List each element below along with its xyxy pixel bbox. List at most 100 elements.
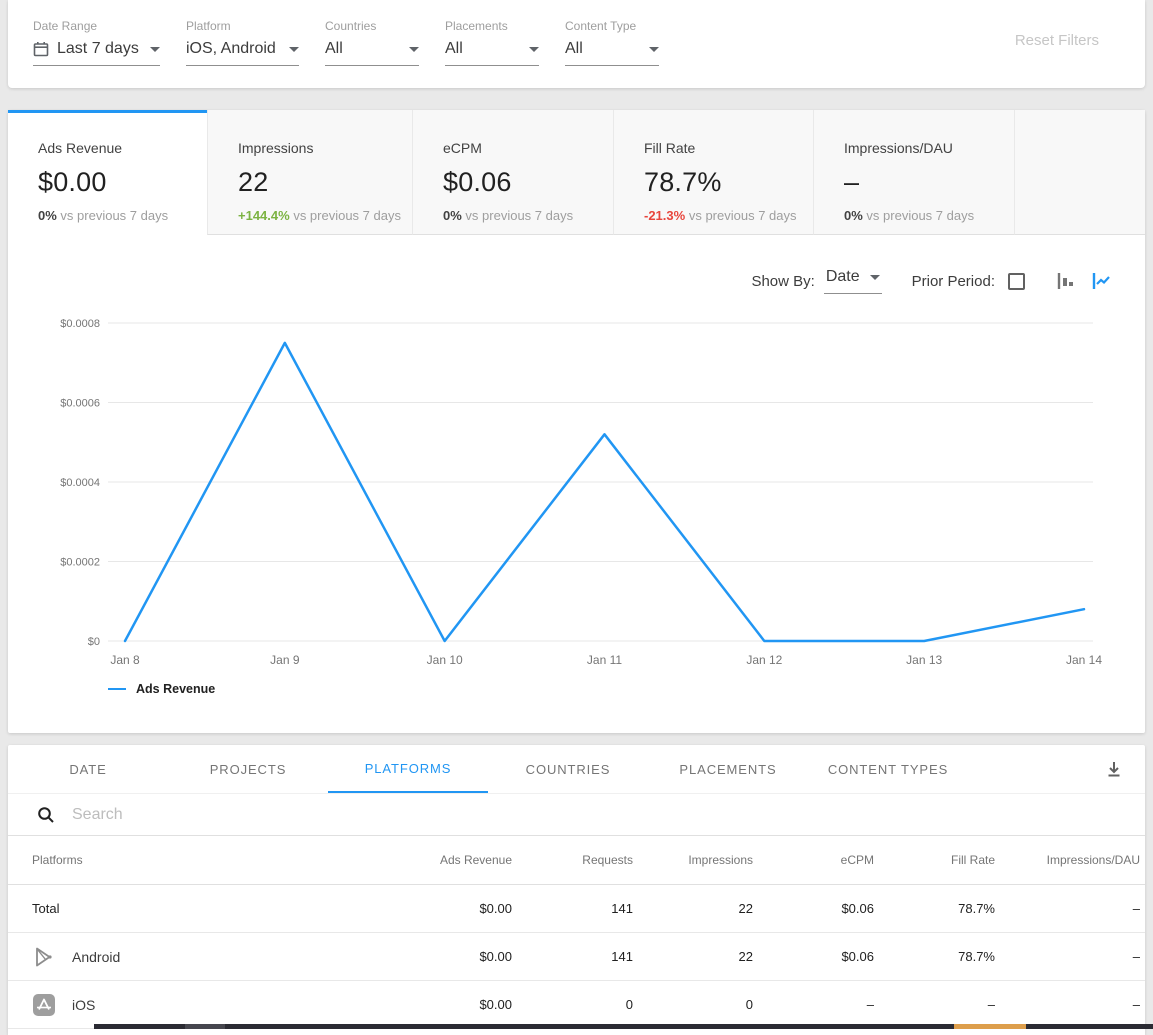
platform-label: Platform [186, 19, 299, 33]
metric-tab-impressions-dau[interactable]: Impressions/DAU – 0% vs previous 7 days [813, 110, 1014, 235]
metric-tab-ads-revenue[interactable]: Ads Revenue $0.00 0% vs previous 7 days [8, 110, 207, 235]
cell-fill-rate: 78.7% [874, 901, 995, 916]
chevron-down-icon [289, 47, 299, 52]
placements-filter[interactable]: Placements All [445, 19, 539, 88]
show-by-value: Date [826, 268, 860, 286]
chart-section: Show By: Date Prior Period: $0.0008 $0.00… [8, 265, 1145, 696]
bar-chart-toggle[interactable] [1055, 270, 1077, 292]
breakdown-tabs: DATE PROJECTS PLATFORMS COUNTRIES PLACEM… [8, 745, 1145, 794]
download-button[interactable] [1105, 760, 1123, 778]
cell-fill-rate: – [874, 997, 995, 1012]
cell-ecpm: $0.06 [753, 949, 874, 964]
metric-delta-row: 0% vs previous 7 days [38, 208, 207, 223]
cell-fill-rate: 78.7% [874, 949, 995, 964]
countries-select[interactable]: All [325, 40, 419, 66]
metric-delta: 0% [443, 208, 462, 223]
svg-text:$0.0002: $0.0002 [60, 557, 100, 569]
col-fill-rate: Fill Rate [874, 853, 995, 867]
svg-text:Jan 11: Jan 11 [587, 653, 622, 667]
metric-value: $0.06 [443, 167, 613, 198]
content-type-select[interactable]: All [565, 40, 659, 66]
metric-tab-impressions[interactable]: Impressions 22 +144.4% vs previous 7 day… [207, 110, 412, 235]
cell-ads-revenue: $0.00 [392, 901, 512, 916]
col-impressions-dau: Impressions/DAU [995, 853, 1140, 867]
prior-period-checkbox[interactable] [1008, 273, 1025, 290]
metric-tab-empty [1014, 110, 1145, 235]
col-impressions: Impressions [633, 853, 753, 867]
table-row-android[interactable]: Android $0.00 141 22 $0.06 78.7% – [8, 933, 1145, 981]
metric-suffix: vs previous 7 days [689, 208, 797, 223]
cell-impressions: 0 [633, 997, 753, 1012]
calendar-icon [33, 41, 49, 57]
col-platforms: Platforms [32, 853, 392, 867]
reset-filters-button[interactable]: Reset Filters [1015, 32, 1099, 49]
tab-content-types[interactable]: CONTENT TYPES [808, 745, 968, 793]
table-row-ios[interactable]: iOS $0.00 0 0 – – – [8, 981, 1145, 1029]
cell-impressions: 22 [633, 949, 753, 964]
metric-tab-fill-rate[interactable]: Fill Rate 78.7% -21.3% vs previous 7 day… [613, 110, 813, 235]
metric-delta: 0% [38, 208, 57, 223]
table-header: Platforms Ads Revenue Requests Impressio… [8, 836, 1145, 885]
download-icon [1105, 760, 1123, 778]
svg-text:Jan 13: Jan 13 [906, 653, 942, 667]
table-search-row [8, 794, 1145, 836]
svg-text:$0: $0 [88, 636, 100, 648]
search-input[interactable] [72, 806, 1145, 824]
metric-value: 22 [238, 167, 412, 198]
scrollbar-thumb[interactable] [954, 1024, 1026, 1029]
tab-projects[interactable]: PROJECTS [168, 745, 328, 793]
line-chart-toggle[interactable] [1090, 270, 1112, 292]
placements-select[interactable]: All [445, 40, 539, 66]
svg-text:Jan 8: Jan 8 [110, 653, 140, 667]
line-chart-icon [1090, 270, 1112, 292]
cell-requests: 0 [512, 997, 633, 1012]
content-type-value: All [565, 40, 583, 58]
metric-value: $0.00 [38, 167, 207, 198]
show-by-select[interactable]: Date [824, 268, 882, 294]
show-by-label: Show By: [751, 273, 814, 290]
metric-delta-row: +144.4% vs previous 7 days [238, 208, 412, 223]
tab-countries[interactable]: COUNTRIES [488, 745, 648, 793]
metric-delta-row: 0% vs previous 7 days [844, 208, 1014, 223]
platform-select[interactable]: iOS, Android [186, 40, 299, 66]
metric-value: 78.7% [644, 167, 813, 198]
date-range-select[interactable]: Last 7 days [33, 40, 160, 66]
chevron-down-icon [529, 47, 539, 52]
tab-date[interactable]: DATE [8, 745, 168, 793]
metric-delta: +144.4% [238, 208, 290, 223]
row-name: Total [32, 901, 392, 916]
svg-text:$0.0008: $0.0008 [60, 318, 100, 330]
breakdown-panel: DATE PROJECTS PLATFORMS COUNTRIES PLACEM… [8, 745, 1145, 1035]
metric-value: – [844, 167, 1014, 198]
horizontal-scrollbar[interactable] [94, 1024, 1153, 1029]
cell-ecpm: $0.06 [753, 901, 874, 916]
metric-label: Ads Revenue [38, 140, 207, 156]
svg-text:Jan 14: Jan 14 [1066, 653, 1102, 667]
date-range-filter[interactable]: Date Range Last 7 days [33, 19, 160, 88]
tab-placements[interactable]: PLACEMENTS [648, 745, 808, 793]
legend-label: Ads Revenue [136, 682, 215, 696]
tab-platforms[interactable]: PLATFORMS [328, 745, 488, 793]
ads-revenue-line-chart: $0.0008$0.0006$0.0004$0.0002$0Jan 8Jan 9… [8, 306, 1145, 674]
svg-text:Jan 9: Jan 9 [270, 653, 300, 667]
countries-filter[interactable]: Countries All [325, 19, 419, 88]
metric-delta-row: 0% vs previous 7 days [443, 208, 613, 223]
metric-delta: 0% [844, 208, 863, 223]
date-range-value: Last 7 days [57, 40, 139, 58]
cell-impressions-dau: – [995, 949, 1140, 964]
cell-impressions-dau: – [995, 901, 1140, 916]
chart-legend: Ads Revenue [108, 682, 1145, 696]
chart-controls: Show By: Date Prior Period: [8, 265, 1112, 297]
legend-line-swatch [108, 688, 126, 690]
scrollbar-segment [185, 1024, 225, 1029]
metric-suffix: vs previous 7 days [60, 208, 168, 223]
metric-tab-ecpm[interactable]: eCPM $0.06 0% vs previous 7 days [412, 110, 613, 235]
platform-filter[interactable]: Platform iOS, Android [186, 19, 299, 88]
platform-value: iOS, Android [186, 40, 276, 58]
cell-ecpm: – [753, 997, 874, 1012]
content-type-filter[interactable]: Content Type All [565, 19, 659, 88]
svg-text:Jan 10: Jan 10 [427, 653, 463, 667]
col-ads-revenue: Ads Revenue [392, 853, 512, 867]
table-row-total[interactable]: Total $0.00 141 22 $0.06 78.7% – [8, 885, 1145, 933]
cell-ads-revenue: $0.00 [392, 997, 512, 1012]
